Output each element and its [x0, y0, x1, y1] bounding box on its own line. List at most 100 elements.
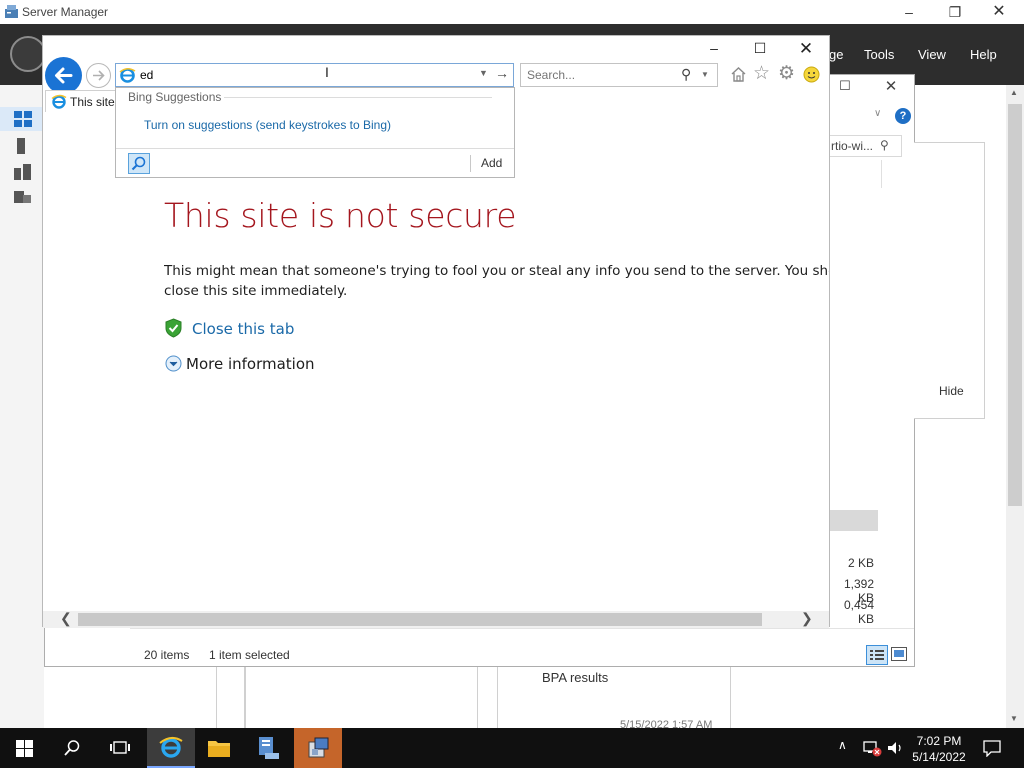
- volume-icon[interactable]: [886, 739, 906, 757]
- bpa-panel: [497, 667, 731, 728]
- hide-link[interactable]: Hide: [939, 384, 964, 398]
- text-cursor-icon: I: [325, 64, 329, 80]
- search-provider-button[interactable]: [128, 153, 150, 174]
- explorer-address-tail: rtio-wi...: [831, 139, 873, 153]
- server-manager-titlebar: [0, 0, 1024, 24]
- error-description-line: This might mean that someone's trying to…: [164, 263, 829, 279]
- taskbar-ie-button[interactable]: [147, 728, 195, 768]
- server-manager-sidebar: [0, 85, 44, 728]
- search-input[interactable]: [527, 67, 677, 83]
- address-dropdown-icon[interactable]: ▼: [479, 68, 488, 78]
- sm-close-button[interactable]: ✕: [976, 0, 1022, 24]
- forward-arrow-icon: [93, 70, 105, 81]
- preview-pane: [914, 142, 985, 419]
- go-arrow-icon[interactable]: →: [495, 65, 509, 81]
- explorer-search-icon[interactable]: ⚲: [880, 138, 889, 152]
- explorer-restore-button[interactable]: ☐: [830, 78, 860, 100]
- search-dropdown-icon[interactable]: ▼: [701, 70, 709, 79]
- bpa-panel-edge: [216, 667, 246, 728]
- scroll-up-icon[interactable]: ▲: [1010, 88, 1018, 97]
- help-icon[interactable]: ?: [895, 108, 911, 124]
- dropdown-separator: [224, 97, 492, 98]
- horizontal-scrollbar-thumb[interactable]: [78, 613, 762, 626]
- bpa-results-label[interactable]: BPA results: [542, 670, 608, 685]
- taskbar-app-button[interactable]: [294, 728, 342, 768]
- clock-date: 5/14/2022: [912, 750, 966, 764]
- search-icon[interactable]: ⚲: [681, 66, 691, 83]
- taskbar-clock[interactable]: 7:02 PM 5/14/2022: [904, 733, 974, 765]
- folder-icon: [208, 741, 230, 757]
- address-bar[interactable]: ▼ →: [115, 63, 514, 87]
- search-box[interactable]: ⚲ ▼: [520, 63, 718, 87]
- file-storage-icon[interactable]: [14, 189, 32, 205]
- sm-scrollbar-thumb[interactable]: [1008, 104, 1022, 506]
- search-provider-icon: [131, 156, 146, 171]
- page-title: This site is not secure: [164, 196, 517, 235]
- feedback-smiley-icon[interactable]: [803, 66, 820, 83]
- forward-button[interactable]: [86, 63, 111, 88]
- file-size-cell: 2 KB: [847, 556, 874, 570]
- bing-suggestions-header: Bing Suggestions: [128, 90, 222, 104]
- more-information-toggle[interactable]: More information: [186, 355, 315, 373]
- menu-manage[interactable]: ge: [829, 47, 843, 62]
- dashboard-icon: [14, 111, 32, 127]
- network-status-icon[interactable]: [861, 739, 883, 757]
- server-manager-app-icon: [5, 5, 18, 18]
- selection-count: 1 item selected: [209, 648, 290, 662]
- bpa-panel-gap: [478, 667, 498, 728]
- local-server-icon[interactable]: [14, 138, 32, 154]
- sm-minimize-button[interactable]: –: [886, 0, 932, 24]
- explorer-close-button[interactable]: ✕: [878, 77, 904, 99]
- ie-tab-icon: [51, 94, 67, 109]
- address-input[interactable]: [140, 67, 460, 83]
- menu-tools[interactable]: Tools: [864, 47, 894, 62]
- large-icons-view-icon[interactable]: [891, 647, 907, 661]
- menu-help[interactable]: Help: [970, 47, 997, 62]
- scroll-right-icon[interactable]: ❯: [801, 610, 813, 627]
- close-this-tab-link[interactable]: Close this tab: [192, 320, 294, 338]
- dropdown-footer: Add: [116, 148, 514, 177]
- address-suggestions-dropdown: Bing Suggestions Turn on suggestions (se…: [115, 87, 515, 178]
- task-view-icon[interactable]: [110, 740, 130, 756]
- taskbar-server-manager-button[interactable]: [243, 728, 291, 768]
- ribbon-expand-icon[interactable]: ∨: [874, 108, 881, 119]
- expand-chevron-icon[interactable]: [165, 355, 182, 372]
- shield-check-icon: [165, 318, 182, 338]
- menu-view[interactable]: View: [918, 47, 946, 62]
- scroll-left-icon[interactable]: ❮: [60, 610, 72, 627]
- sm-restore-button[interactable]: ❐: [932, 0, 978, 24]
- home-icon[interactable]: [729, 65, 748, 84]
- taskbar-search-icon[interactable]: [63, 739, 81, 757]
- windows-start-icon[interactable]: [16, 740, 33, 757]
- back-button[interactable]: [45, 57, 82, 94]
- turn-on-suggestions-link[interactable]: Turn on suggestions (send keystrokes to …: [144, 118, 391, 132]
- server-manager-title: Server Manager: [22, 5, 109, 19]
- error-description-line: close this site immediately.: [164, 283, 348, 299]
- ie-maximize-button[interactable]: ☐: [746, 40, 774, 62]
- selected-row-highlight[interactable]: [829, 510, 878, 531]
- all-servers-icon[interactable]: [14, 164, 32, 180]
- settings-gear-icon[interactable]: ⚙: [778, 62, 795, 85]
- tab-this-site[interactable]: This site: [45, 90, 117, 112]
- add-button[interactable]: Add: [481, 156, 502, 170]
- scroll-down-icon[interactable]: ▼: [1010, 714, 1018, 723]
- taskbar-file-explorer-button[interactable]: [195, 728, 243, 768]
- ie-minimize-button[interactable]: –: [700, 40, 728, 62]
- favorites-star-icon[interactable]: ☆: [753, 62, 770, 85]
- back-arrow-icon: [55, 67, 73, 84]
- ie-taskbar-icon: [159, 737, 183, 758]
- details-view-icon[interactable]: [866, 645, 888, 665]
- app-package-icon: [308, 737, 329, 758]
- action-center-icon[interactable]: [982, 739, 1002, 757]
- explorer-divider: [881, 160, 882, 188]
- file-size-cell: 0,454 KB: [843, 598, 874, 626]
- bpa-timestamp: 5/15/2022 1:57 AM: [620, 720, 713, 728]
- sm-back-button[interactable]: [10, 36, 46, 72]
- error-description: This might mean that someone's trying to…: [164, 261, 829, 301]
- bpa-panel: [244, 667, 478, 728]
- server-manager-taskbar-icon: [259, 737, 279, 759]
- footer-divider: [470, 155, 471, 172]
- tab-label: This site: [70, 95, 115, 109]
- ie-close-button[interactable]: ✕: [792, 39, 820, 61]
- show-hidden-icons-chevron[interactable]: ∧: [838, 738, 847, 752]
